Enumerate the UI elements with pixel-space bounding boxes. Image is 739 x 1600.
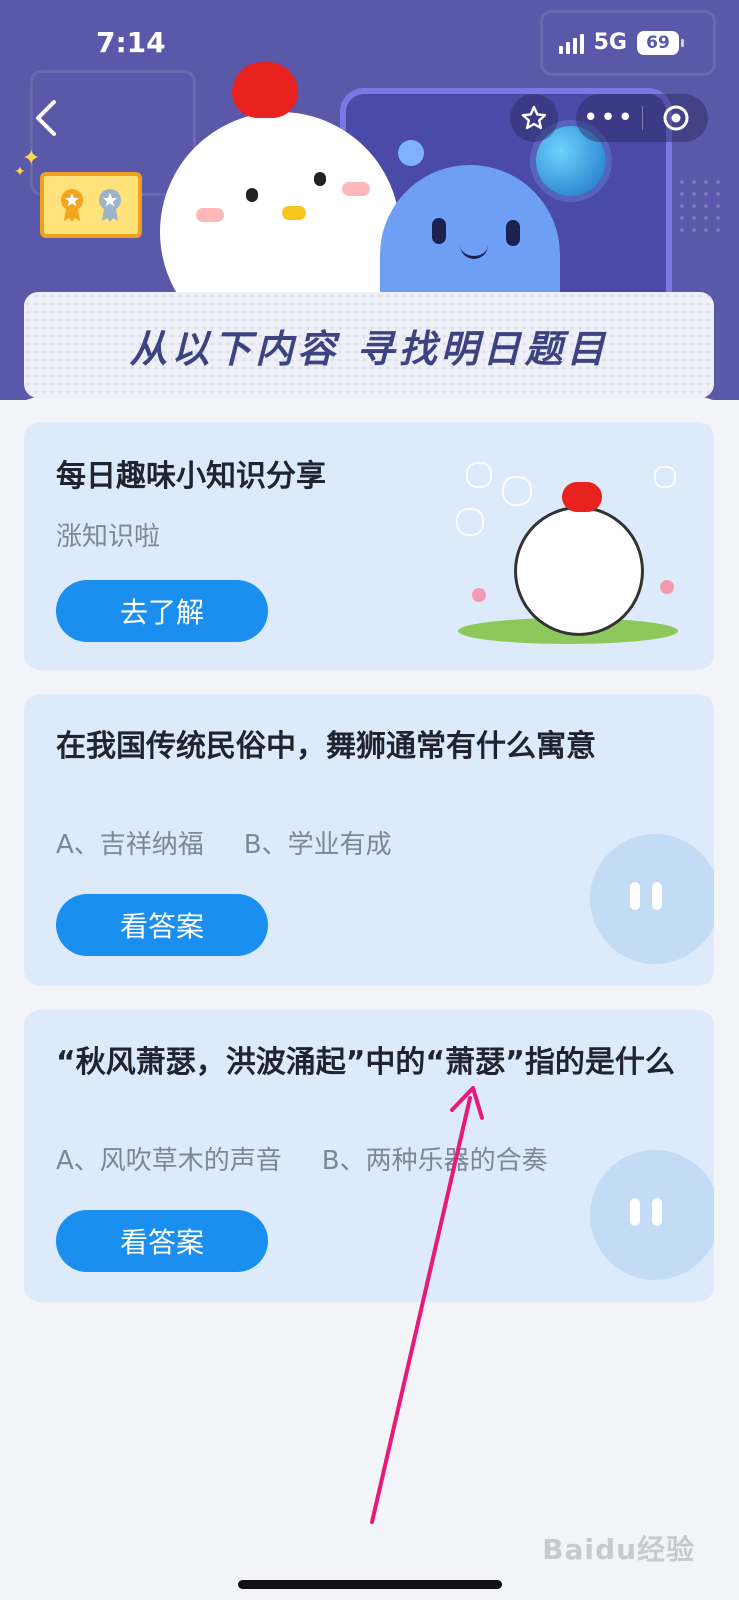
home-indicator[interactable]	[238, 1580, 502, 1589]
annotation-arrow	[370, 1086, 484, 1524]
watermark: Baidu经验	[542, 1533, 695, 1566]
